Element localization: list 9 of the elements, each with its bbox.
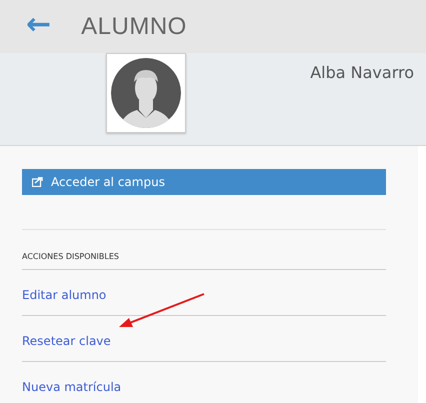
section-heading: ACCIONES DISPONIBLES [22, 251, 120, 263]
action-link[interactable]: Resetear clave [22, 334, 111, 348]
action-link[interactable]: Editar alumno [22, 288, 106, 302]
campus-button[interactable]: Acceder al campus [22, 169, 386, 195]
action-link[interactable]: Nueva matrícula [22, 380, 122, 394]
student-name: Alba Navarro [310, 63, 414, 82]
back-arrow-icon[interactable]: ← [26, 10, 52, 44]
external-link-icon [32, 177, 43, 187]
page-title: ALUMNO [81, 12, 187, 40]
